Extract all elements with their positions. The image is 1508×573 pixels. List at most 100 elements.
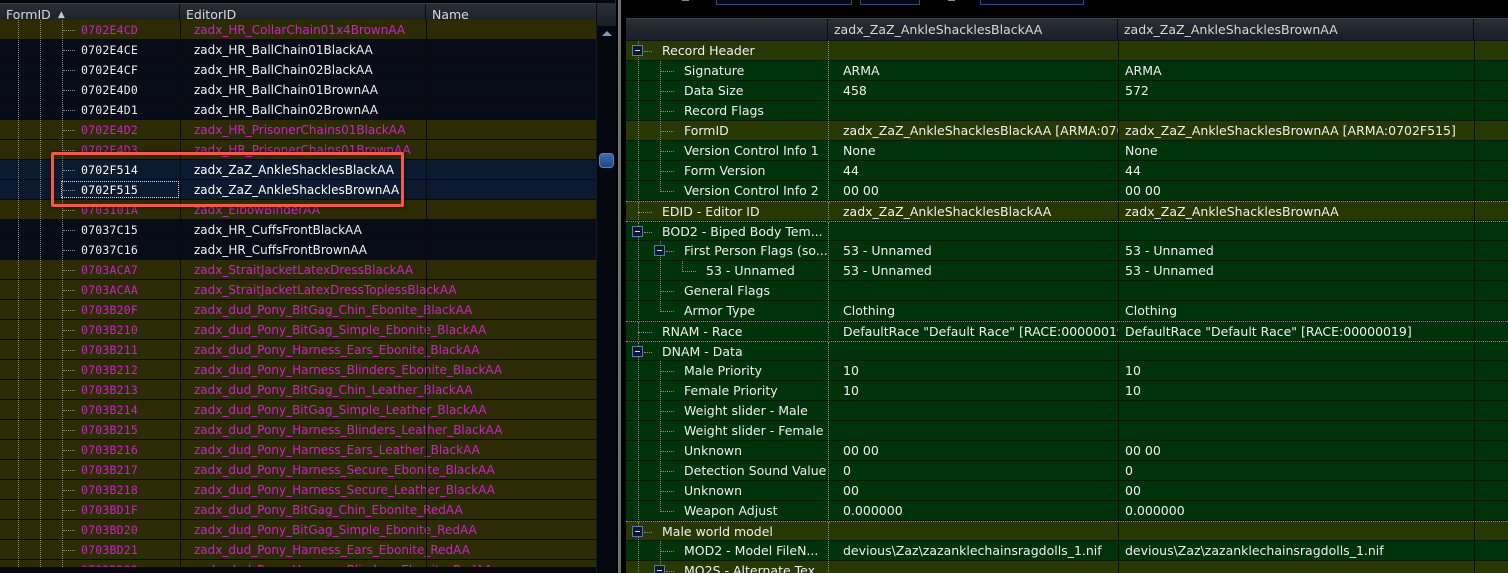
record-list-row[interactable]: 0703BD21 zadx_dud_Pony_Harness_Ears_Eboni… — [0, 540, 596, 560]
field-label-cell[interactable]: Version Control Info 1 — [626, 141, 828, 160]
name-cell[interactable] — [426, 280, 596, 299]
record-list-row[interactable]: 0703ACA7 zadx_StraitJacketLatexDressBlack… — [0, 260, 596, 280]
record-list-row[interactable]: 0703B216 zadx_dud_Pony_Harness_Ears_Leath… — [0, 440, 596, 460]
field-row[interactable]: Version Control Info 2 00 00 00 00 — [626, 181, 1508, 201]
formid-cell[interactable]: 0702E4CD — [60, 20, 180, 39]
editorid-cell[interactable]: zadx_HR_CollarChain01x4BrownAA — [180, 20, 426, 39]
name-cell[interactable] — [426, 340, 596, 359]
editorid-cell[interactable]: zadx_dud_Pony_Harness_Ears_Ebonite_Black… — [180, 340, 480, 359]
formid-cell[interactable]: 0703BD20 — [60, 520, 180, 539]
field-value-record-1[interactable]: 10 — [828, 381, 1118, 400]
record-list-row[interactable]: 0702E4D1 zadx_HR_BallChain02BrownAA — [0, 100, 596, 120]
editorid-cell[interactable]: zadx_dud_Pony_Harness_Blinders_Ebonite_B… — [180, 360, 502, 379]
field-value-record-2[interactable] — [1118, 421, 1474, 440]
field-label-cell[interactable]: Male world model — [626, 522, 828, 540]
field-label-cell[interactable]: EDID - Editor ID — [626, 202, 828, 220]
record-list-row[interactable]: 0702E4D0 zadx_HR_BallChain01BrownAA — [0, 80, 596, 100]
formid-cell[interactable]: 0703B212 — [60, 360, 180, 379]
field-value-record-2[interactable] — [1118, 522, 1474, 540]
editorid-cell[interactable]: zadx_dud_Pony_BitGag_Chin_Ebonite_RedAA — [180, 500, 463, 519]
editorid-cell[interactable]: zadx_HR_BallChain02BlackAA — [180, 60, 426, 79]
record-list-row[interactable]: 0702E4CF zadx_HR_BallChain02BlackAA — [0, 60, 596, 80]
name-cell[interactable] — [426, 360, 596, 379]
field-value-record-1[interactable]: devious\Zaz\zazanklechainsragdolls_1.nif — [828, 541, 1118, 560]
field-label-cell[interactable]: Weapon Adjust — [626, 501, 828, 520]
record-list-row[interactable]: 0702E4CD zadx_HR_CollarChain01x4BrownAA — [0, 20, 596, 40]
scroll-up-arrow-icon[interactable] — [602, 31, 612, 36]
field-value-record-1[interactable]: 458 — [828, 81, 1118, 100]
name-cell[interactable] — [426, 480, 596, 499]
field-label-cell[interactable]: General Flags — [626, 281, 828, 300]
field-label-cell[interactable]: Detection Sound Value — [626, 461, 828, 480]
field-row[interactable]: First Person Flags (so... 53 - Unnamed 53 … — [626, 241, 1508, 261]
record-list-row[interactable]: 0703B210 zadx_dud_Pony_BitGag_Simple_Ebon… — [0, 320, 596, 340]
splitter-bar[interactable] — [618, 0, 621, 573]
record-list-row[interactable]: 0703B213 zadx_dud_Pony_BitGag_Chin_Leathe… — [0, 380, 596, 400]
field-value-record-2[interactable] — [1118, 41, 1474, 60]
formid-cell[interactable]: 0703B215 — [60, 420, 180, 439]
collapse-icon[interactable] — [632, 346, 643, 357]
formid-cell[interactable]: 0702E4D2 — [60, 120, 180, 139]
field-label-cell[interactable]: FormID — [626, 121, 828, 140]
field-row[interactable]: MOD2 - Model FileN... devious\Zaz\zazankl… — [626, 541, 1508, 561]
editorid-cell[interactable]: zadx_ElbowBinderAA — [180, 200, 426, 219]
field-value-record-2[interactable]: 10 — [1118, 381, 1474, 400]
formid-cell[interactable]: 0703BD21 — [60, 540, 180, 559]
record-list-row[interactable]: 0702E4CE zadx_HR_BallChain01BlackAA — [0, 40, 596, 60]
field-row[interactable]: Unknown 00 00 — [626, 481, 1508, 501]
name-cell[interactable] — [426, 400, 596, 419]
field-label-cell[interactable]: BOD2 - Biped Body Tem... — [626, 222, 828, 240]
formid-cell[interactable]: 0703B218 — [60, 480, 180, 499]
field-value-record-2[interactable]: 44 — [1118, 161, 1474, 180]
field-value-record-2[interactable]: DefaultRace "Default Race" [RACE:0000001… — [1118, 322, 1474, 340]
record-list-row[interactable]: 0702F514 zadx_ZaZ_AnkleShacklesBlackAA — [0, 160, 596, 180]
field-value-record-1[interactable] — [828, 101, 1118, 120]
field-value-record-1[interactable] — [828, 561, 1118, 573]
editorid-cell[interactable]: zadx_HR_BallChain01BrownAA — [180, 80, 426, 99]
editorid-cell[interactable]: zadx_dud_Pony_BitGag_Simple_Leather_Blac… — [180, 400, 487, 419]
field-value-record-1[interactable]: 44 — [828, 161, 1118, 180]
field-value-record-1[interactable]: 0.000000 — [828, 501, 1118, 520]
name-cell[interactable] — [426, 20, 596, 39]
field-row[interactable]: Signature ARMA ARMA — [626, 61, 1508, 81]
formid-cell[interactable]: 0703ACA7 — [60, 260, 180, 279]
field-value-record-1[interactable] — [828, 421, 1118, 440]
field-row[interactable]: Male Priority 10 10 — [626, 361, 1508, 381]
field-value-record-2[interactable] — [1118, 342, 1474, 360]
field-value-record-2[interactable] — [1118, 401, 1474, 420]
field-value-record-1[interactable]: 00 — [828, 481, 1118, 500]
field-value-record-2[interactable]: 10 — [1118, 361, 1474, 380]
field-row[interactable]: Weapon Adjust 0.000000 0.000000 — [626, 501, 1508, 521]
field-value-record-2[interactable]: 00 00 — [1118, 181, 1474, 200]
field-value-record-2[interactable]: 53 - Unnamed — [1118, 261, 1474, 280]
name-cell[interactable] — [426, 500, 596, 519]
name-cell[interactable] — [426, 60, 596, 79]
formid-cell[interactable]: 0702E4CE — [60, 40, 180, 59]
field-row[interactable]: Weight slider - Female — [626, 421, 1508, 441]
field-value-record-2[interactable]: 0.000000 — [1118, 501, 1474, 520]
editorid-cell[interactable]: zadx_dud_Pony_BitGag_Chin_Ebonite_BlackA… — [180, 300, 472, 319]
editorid-cell[interactable]: zadx_dud_Pony_BitGag_Chin_Leather_BlackA… — [180, 380, 473, 399]
field-value-record-2[interactable]: Clothing — [1118, 301, 1474, 320]
field-label-cell[interactable]: MOD2 - Model FileN... — [626, 541, 828, 560]
field-value-record-1[interactable]: 00 00 — [828, 181, 1118, 200]
field-row[interactable]: Form Version 44 44 — [626, 161, 1508, 181]
field-value-record-2[interactable] — [1118, 222, 1474, 240]
formid-cell[interactable]: 0703B217 — [60, 460, 180, 479]
field-value-record-2[interactable]: None — [1118, 141, 1474, 160]
editorid-cell[interactable]: zadx_HR_BallChain02BrownAA — [180, 100, 426, 119]
editorid-cell[interactable]: zadx_HR_PrisonerChains01BrownAA — [180, 140, 426, 159]
name-cell[interactable] — [426, 140, 596, 159]
editorid-cell[interactable]: zadx_ZaZ_AnkleShacklesBlackAA — [180, 160, 426, 179]
formid-cell[interactable]: 0702E4D0 — [60, 80, 180, 99]
field-row[interactable]: Record Header — [626, 41, 1508, 61]
name-cell[interactable] — [426, 180, 596, 199]
editorid-cell[interactable]: zadx_HR_PrisonerChains01BlackAA — [180, 120, 426, 139]
field-label-cell[interactable]: Unknown — [626, 481, 828, 500]
record-list-row[interactable]: 0703101A zadx_ElbowBinderAA — [0, 200, 596, 220]
name-cell[interactable] — [426, 40, 596, 59]
editorid-cell[interactable]: zadx_StraitJacketLatexDressToplessBlackA… — [180, 280, 457, 299]
field-row[interactable]: BOD2 - Biped Body Tem... — [626, 221, 1508, 241]
record-list-row[interactable]: 0703B217 zadx_dud_Pony_Harness_Secure_Ebo… — [0, 460, 596, 480]
name-cell[interactable] — [426, 560, 596, 567]
